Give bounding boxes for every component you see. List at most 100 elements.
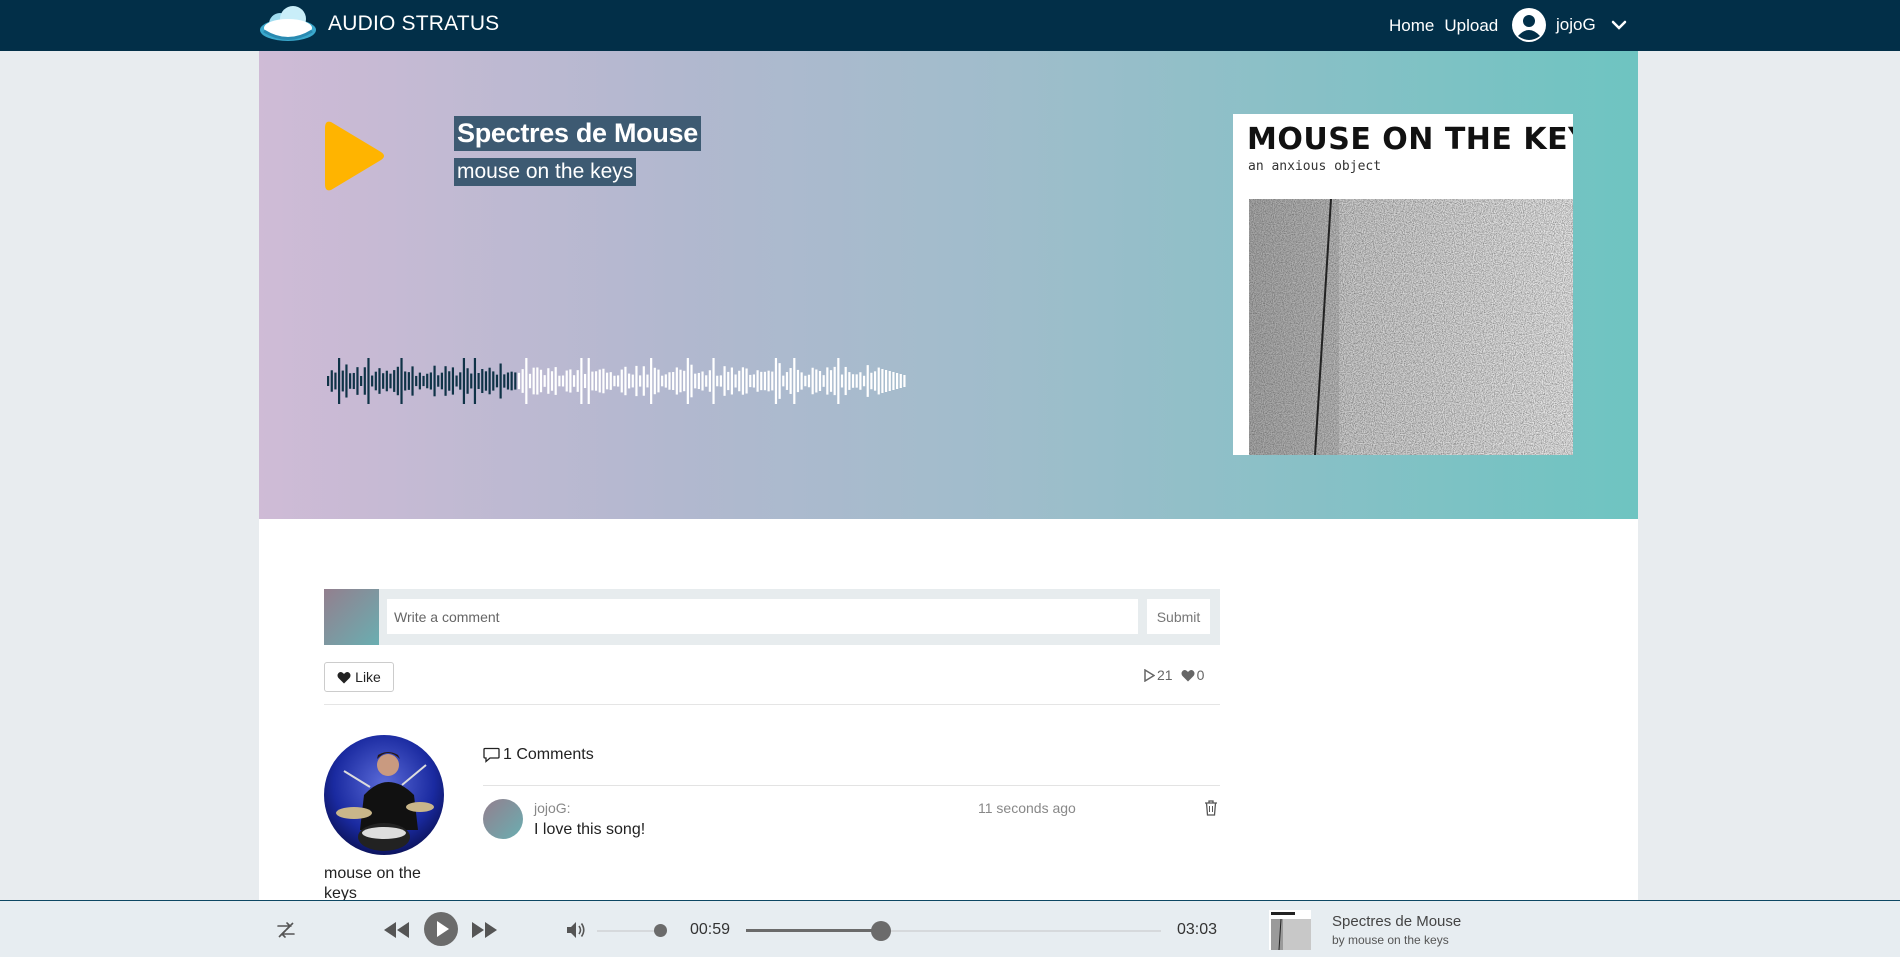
waveform-bar	[536, 367, 539, 395]
waveform-bar	[888, 371, 891, 391]
progress-knob[interactable]	[870, 921, 891, 941]
waveform-bar	[851, 374, 855, 388]
now-playing-thumbnail[interactable]	[1269, 910, 1311, 950]
waveform-bar	[576, 370, 579, 392]
now-playing-artist[interactable]: by mouse on the keys	[1332, 933, 1449, 947]
waveform-bar	[374, 371, 377, 391]
waveform-bar	[327, 376, 330, 386]
waveform-bar	[334, 372, 337, 390]
waveform-bar	[609, 372, 612, 390]
brand[interactable]: AUDIO STRATUS	[258, 4, 499, 44]
volume-knob[interactable]	[653, 924, 667, 937]
waveform-bar	[712, 358, 715, 404]
waveform-bar	[760, 371, 763, 391]
comments-count: 1 Comments	[503, 746, 594, 763]
waveform-bar	[807, 374, 811, 388]
waveform-bar	[855, 374, 858, 388]
waveform-bar	[587, 358, 590, 404]
waveform-bar	[444, 366, 447, 396]
now-playing-title[interactable]: Spectres de Mouse	[1332, 913, 1461, 930]
waveform-bar	[532, 367, 535, 395]
user-name: jojoG	[1556, 15, 1596, 34]
duration: 03:03	[1177, 921, 1218, 938]
comment-item: jojoG: 11 seconds ago I love this song!	[483, 799, 1220, 849]
waveform-bar	[774, 358, 778, 404]
waveform-bar	[484, 371, 488, 391]
nav-upload-link[interactable]: Upload	[1444, 16, 1498, 36]
chevron-down-icon[interactable]	[1610, 16, 1628, 34]
waveform-bar	[517, 372, 521, 390]
waveform-bar	[503, 374, 506, 388]
waveform-bar	[451, 367, 455, 395]
waveform-bar	[481, 369, 484, 394]
waveform-bar	[617, 375, 620, 387]
waveform-bar	[826, 367, 829, 395]
waveform-bar	[433, 365, 436, 397]
rewind-icon[interactable]	[383, 920, 410, 940]
song-artist[interactable]: mouse on the keys	[454, 158, 637, 186]
volume-track[interactable]	[597, 930, 662, 932]
trash-icon[interactable]	[1203, 799, 1219, 817]
comment-username[interactable]: jojoG:	[534, 800, 571, 816]
repeat-icon[interactable]	[276, 920, 296, 940]
comment-input[interactable]	[387, 599, 1138, 634]
play-count-icon	[1144, 668, 1155, 682]
waveform-bar	[506, 372, 510, 390]
waveform-bar	[822, 375, 825, 387]
comment-submit-button[interactable]: Submit	[1147, 599, 1210, 634]
waveform-bar	[547, 368, 550, 394]
waveform-bar	[400, 358, 403, 404]
waveform-bar	[668, 372, 671, 390]
waveform-bar	[628, 373, 631, 389]
waveform-bar	[499, 363, 502, 399]
waveform-bar	[521, 369, 524, 393]
waveform-bar	[393, 370, 396, 392]
comment-icon	[483, 747, 500, 763]
waveform-bar	[657, 369, 660, 393]
waveform-bar	[752, 374, 756, 388]
waveform-bar	[539, 369, 543, 393]
waveform-bar	[767, 370, 770, 392]
user-menu[interactable]: jojoG	[1512, 8, 1628, 42]
waveform-bar	[818, 371, 822, 391]
waveform-bar	[829, 370, 833, 392]
waveform-bar	[756, 370, 759, 392]
like-count-icon	[1181, 669, 1195, 681]
current-user-avatar	[324, 589, 379, 645]
waveform-bar	[360, 375, 363, 387]
play-icon[interactable]	[323, 118, 387, 194]
waveform-bar	[385, 370, 388, 392]
waveform-bar	[837, 358, 840, 404]
waveform-bar	[602, 368, 605, 394]
play-pause-button[interactable]	[423, 911, 459, 947]
waveform-bar	[796, 369, 800, 393]
heart-icon	[337, 671, 351, 683]
comment-avatar[interactable]	[483, 799, 523, 839]
comment-text: I love this song!	[534, 821, 646, 838]
waveform-bar	[558, 375, 561, 387]
volume-icon[interactable]	[565, 919, 587, 941]
waveform-bar	[815, 369, 818, 393]
waveform-bar	[470, 373, 473, 389]
now-playing-cover	[1269, 910, 1311, 950]
waveform-bar	[708, 370, 711, 392]
artist-photo[interactable]	[324, 735, 444, 855]
waveform[interactable]	[327, 351, 907, 411]
cover-album-name: an anxious object	[1248, 159, 1382, 174]
waveform-bar	[407, 372, 410, 390]
waveform-bar	[884, 370, 888, 392]
like-button[interactable]: Like	[324, 662, 394, 692]
waveform-bar	[749, 374, 752, 388]
cloud-logo-icon	[260, 6, 316, 41]
waveform-bar	[730, 367, 733, 395]
waveform-bar	[859, 372, 862, 390]
fast-forward-icon[interactable]	[471, 920, 498, 940]
nav-links: Home Upload	[1389, 0, 1498, 51]
artist-name[interactable]: mouse on the keys	[324, 864, 434, 904]
waveform-bar	[727, 371, 730, 391]
album-cover[interactable]: MOUSE ON THE KEYS an anxious object	[1233, 114, 1573, 455]
nav-home-link[interactable]: Home	[1389, 16, 1434, 36]
waveform-bar	[683, 370, 686, 392]
waveform-bar	[778, 363, 781, 399]
waveform-bar	[738, 370, 741, 392]
